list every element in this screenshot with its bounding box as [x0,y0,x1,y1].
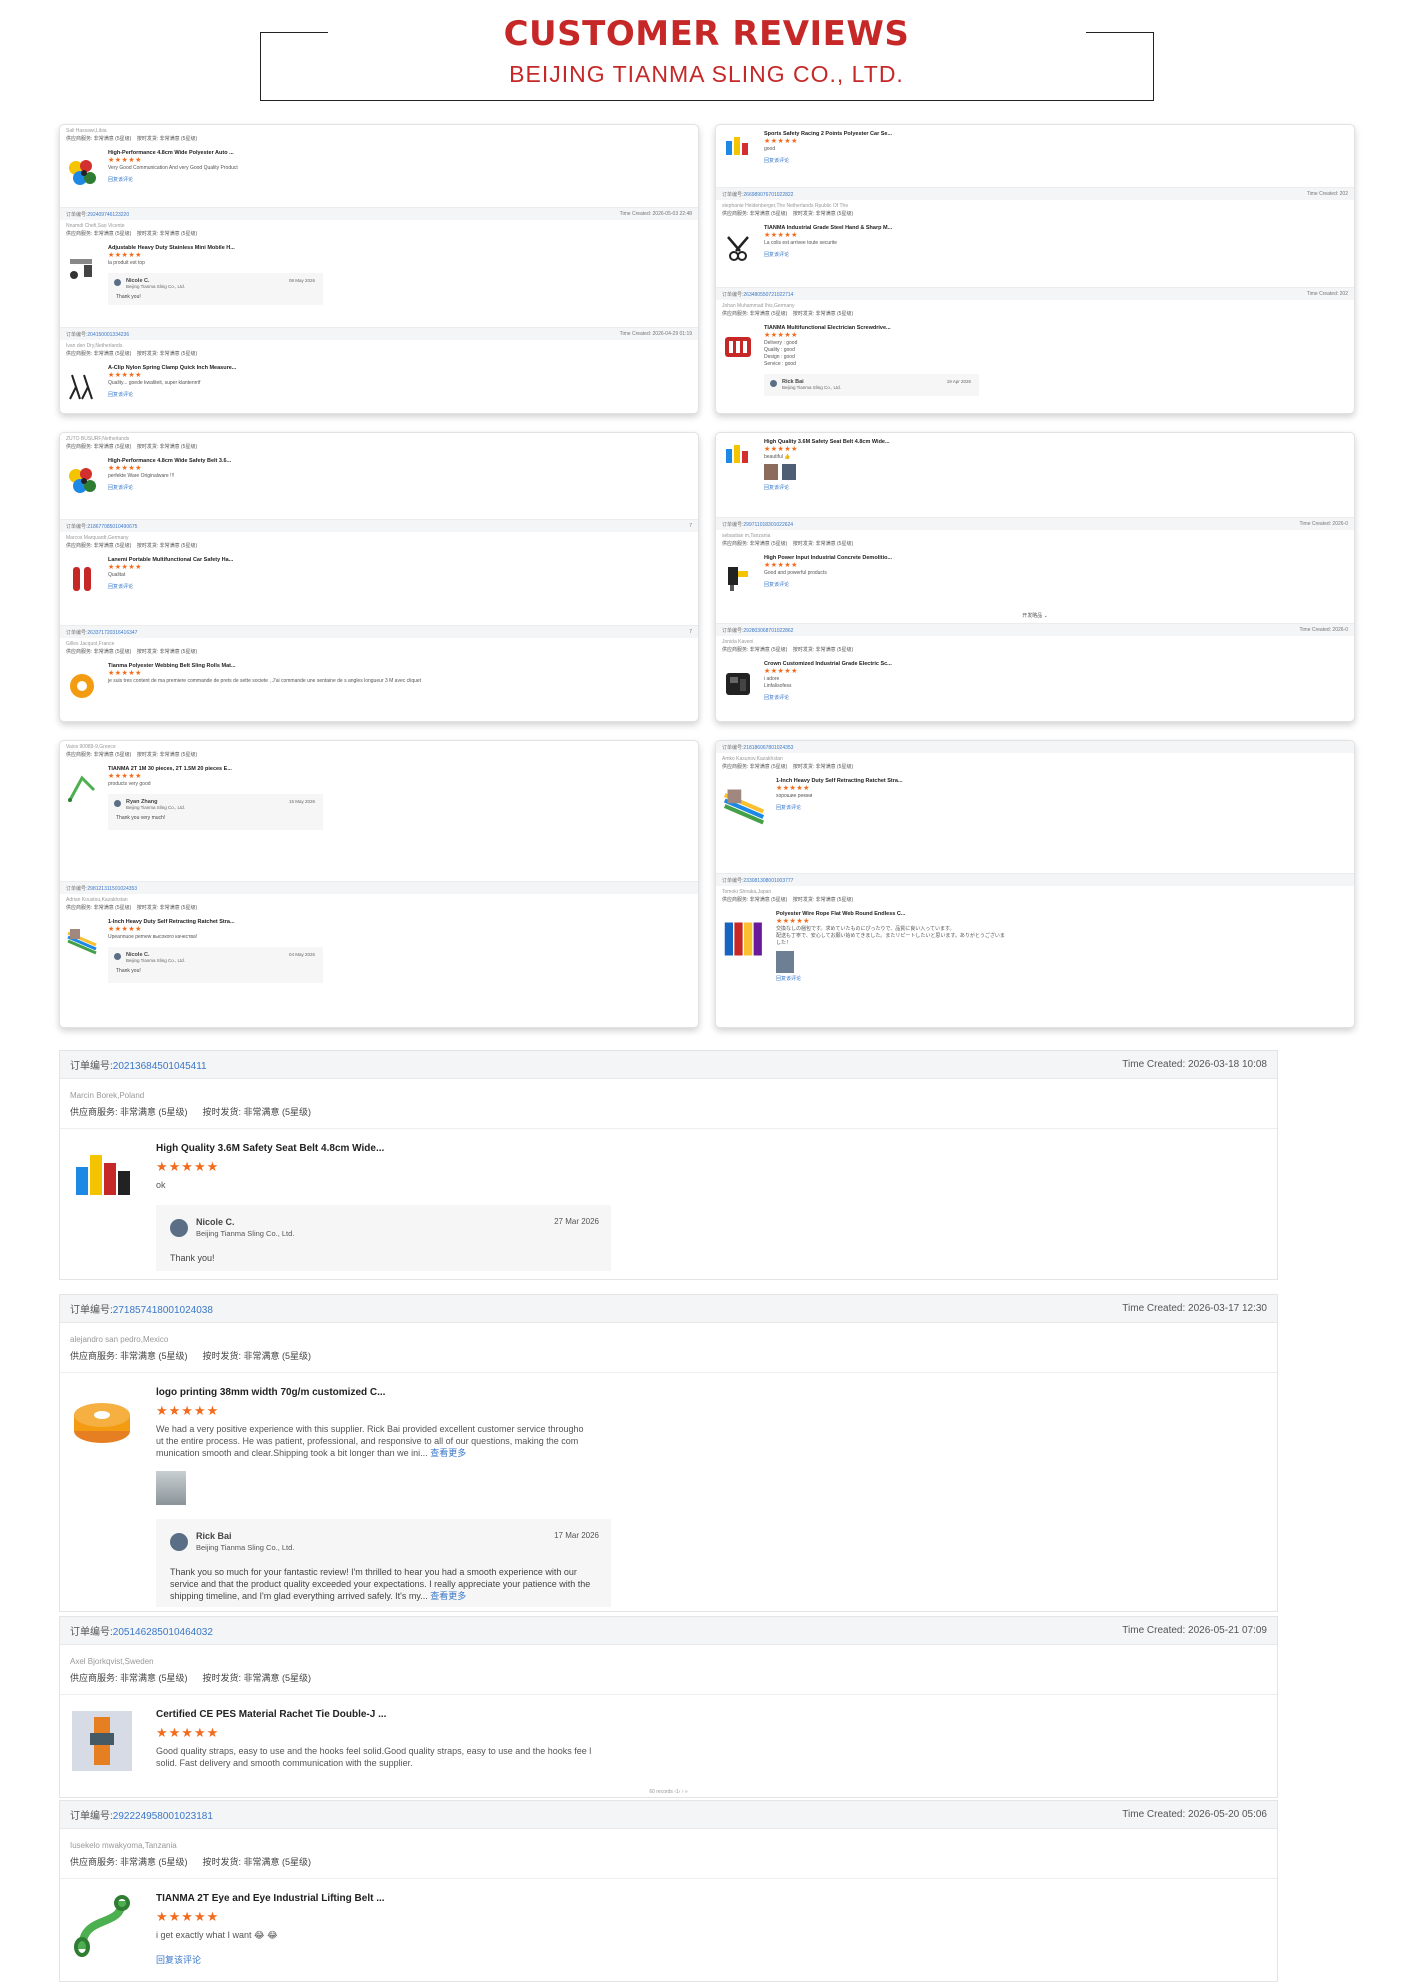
delivery-rating: 按时发货: 非常满意 (5星级) [136,136,198,142]
review-text: Very Good Communication And very Good Qu… [108,165,238,171]
product-thumbnail[interactable] [722,231,754,263]
star-rating: ★★★★★ [108,157,142,164]
product-thumbnail[interactable] [66,371,98,403]
review-block: 订单编号:233081308001003777 Tomoki Shiraka,J… [716,873,1354,1027]
pagination[interactable]: 60 records ‹1› › » [60,1789,1277,1795]
reply-link[interactable]: 回复该评论 [108,176,692,183]
large-review-3: 订单编号:205146285010464032 Time Created: 202… [59,1616,1278,1798]
reviewer-name: Marcin Borek,Poland [70,1091,145,1100]
reviewer-name: Sali Hassawi,Libia [66,128,107,134]
product-thumbnail[interactable] [722,784,766,828]
seller-reply: Nicole C. Beijing Tianma Sling Co., Ltd.… [108,273,323,305]
star-rating: ★★★★★ [156,1159,220,1174]
review-block: 订单编号:266989076701022822 Time Created: 202… [716,187,1354,287]
product-title[interactable]: High Quality 3.6M Safety Seat Belt 4.8cm… [156,1143,1267,1154]
product-thumbnail[interactable] [722,917,766,961]
product-thumbnail[interactable] [722,131,754,163]
order-number[interactable]: 20213684501045411 [113,1061,207,1072]
seller-reply: Rick Bai Beijing Tianma Sling Co., Ltd. … [156,1519,611,1607]
product-thumbnail[interactable] [722,561,754,593]
reviewer-name: Nnamdi Chefi,Sao Vicente [66,223,125,229]
show-more-link[interactable]: 查看更多 [430,1448,466,1458]
large-review-1: 订单编号:20213684501045411 Time Created: 2026… [59,1050,1278,1280]
review-card-4: High Quality 3.6M Safety Seat Belt 4.8cm… [715,432,1355,722]
review-card-6: 订单编号:218186067801024353 Amko Kasunov,Kaz… [715,740,1355,1028]
product-thumbnail[interactable] [722,439,754,471]
review-card-3: ZUTO BUSURF,Netherlands 供应商服务: 非常满意 (5星级… [59,432,699,722]
product-thumbnail[interactable] [66,156,98,188]
service-rating: 供应商服务: 非常满意 (5星级) [66,136,132,142]
seller-reply: Ryan Zhang Beijing Tianma Sling Co., Ltd… [108,794,323,830]
product-thumbnail[interactable] [66,563,98,595]
product-thumbnail[interactable] [66,669,98,701]
show-more-link[interactable]: 查看更多 [430,1591,466,1601]
review-block: 订单编号:292803068701022862 Time Created: 202… [716,623,1354,721]
user-avatar-icon [114,800,121,807]
review-block: 订单编号:299711018301022624 Time Created: 202… [716,517,1354,623]
seller-reply: Nicole C. Beijing Tianma Sling Co., Ltd.… [108,947,323,983]
product-thumbnail[interactable] [70,1143,134,1207]
review-block: Vaios 90089-9,Greece 供应商服务: 非常满意 (5星级) 按… [60,741,698,881]
review-photo[interactable] [776,951,794,973]
user-avatar-icon [170,1533,188,1551]
time-created: Time Created: 2026-05-03 22:48 [619,211,692,217]
show-more-toggle[interactable]: 开发略品 ⌄ [716,612,1354,619]
review-block: 订单编号:218677085010490675 7 Marcos Marquard… [60,519,698,625]
review-block: Sali Hassawi,Libia 供应商服务: 非常满意 (5星级) 按时发… [60,125,698,207]
product-thumbnail[interactable] [66,925,98,957]
product-thumbnail[interactable] [66,772,98,804]
user-avatar-icon [170,1219,188,1237]
user-avatar-icon [114,953,121,960]
time-created: Time Created: 2026-03-18 10:08 [1122,1059,1267,1070]
product-thumbnail[interactable] [70,1709,134,1773]
review-block: 订单编号:298121311501024353 Adrian Koustou,K… [60,881,698,1027]
large-review-4: 订单编号:292224958001023181 Time Created: 202… [59,1800,1278,1982]
review-text: ok [156,1180,166,1190]
review-card-5: Vaios 90089-9,Greece 供应商服务: 非常满意 (5星级) 按… [59,740,699,1028]
review-block: 订单编号:263480550721022714 Time Created: 202… [716,287,1354,413]
review-text: We had a very positive experience with t… [156,1424,584,1458]
product-thumbnail[interactable] [66,464,98,496]
product-thumbnail[interactable] [70,1387,134,1451]
page-subtitle: BEIJING TIANMA SLING CO., LTD. [509,61,904,87]
product-thumbnail[interactable] [722,667,754,699]
review-block: ZUTO BUSURF,Netherlands 供应商服务: 非常满意 (5星级… [60,433,698,519]
seller-reply: Nicole C. Beijing Tianma Sling Co., Ltd.… [156,1205,611,1271]
user-avatar-icon [114,279,121,286]
review-block: High Quality 3.6M Safety Seat Belt 4.8cm… [716,433,1354,517]
user-avatar-icon [770,380,777,387]
review-card-2: Sports Safety Racing 2 Points Polyester … [715,124,1355,414]
review-card-1: Sali Hassawi,Libia 供应商服务: 非常满意 (5星级) 按时发… [59,124,699,414]
review-block: 订单编号:218186067801024353 Amko Kasunov,Kaz… [716,741,1354,873]
product-thumbnail[interactable] [722,331,754,363]
large-review-2: 订单编号:271857418001024038 Time Created: 202… [59,1294,1278,1612]
service-rating: 供应商服务: 非常满意 (5星级) [70,1107,188,1117]
header: CUSTOMER REVIEWS BEIJING TIANMA SLING CO… [0,0,1413,110]
delivery-rating: 按时发货: 非常满意 (5星级) [202,1107,312,1117]
product-thumbnail[interactable] [66,251,98,283]
seller-reply: Rick Bai Beijing Tianma Sling Co., Ltd. … [764,374,979,396]
reply-link[interactable]: 回复该评论 [156,1953,1267,1966]
order-number[interactable]: 292409746123220 [87,212,129,218]
review-block: 订单编号:292409746123220 Time Created: 2026-0… [60,207,698,327]
review-block: 订单编号:263371720316416347 7 Gilles Jacquot,… [60,625,698,721]
page-title: CUSTOMER REVIEWS [503,14,910,54]
review-photo[interactable] [156,1471,186,1505]
review-block: 订单编号:204150001334236 Time Created: 2026-0… [60,327,698,413]
review-photos[interactable] [764,464,1348,480]
product-thumbnail[interactable] [70,1893,134,1957]
review-block: Sports Safety Racing 2 Points Polyester … [716,125,1354,187]
